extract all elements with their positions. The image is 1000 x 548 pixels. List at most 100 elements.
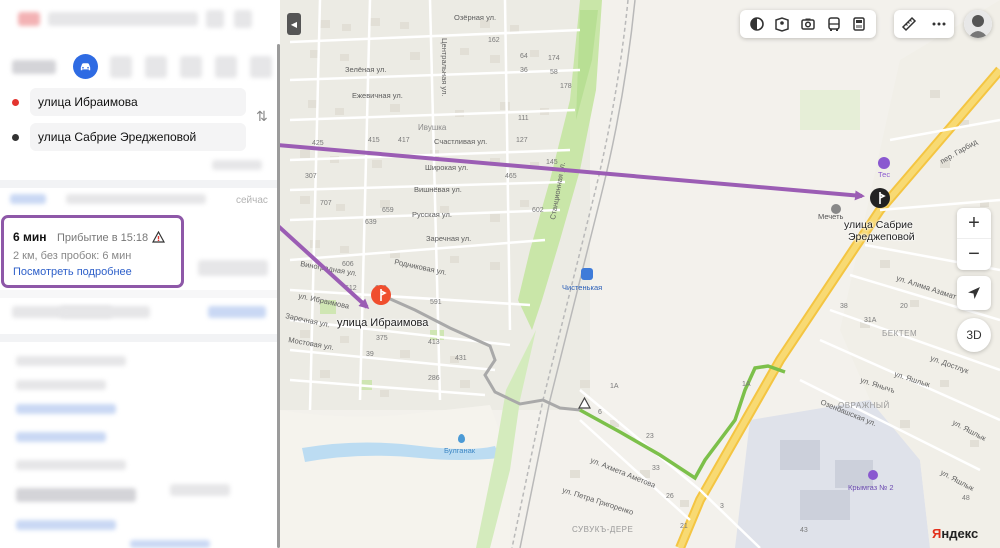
blurred-list-item-4[interactable]: [16, 432, 106, 442]
blurred-list-item-9[interactable]: [130, 540, 210, 548]
destination-input[interactable]: улица Сабрие Эреджеповой: [30, 123, 246, 151]
destination-dot: [12, 134, 19, 141]
user-avatar[interactable]: [964, 10, 992, 38]
ruler-icon[interactable]: [899, 14, 919, 34]
origin-pin-icon[interactable]: [370, 284, 392, 306]
house-number: 6: [598, 409, 602, 416]
traffic-warning-icon: [151, 230, 166, 248]
car-mode-button[interactable]: [73, 54, 98, 79]
panorama-icon[interactable]: [772, 14, 792, 34]
mosque-label: Мечеть: [818, 212, 844, 221]
zoom-control: + −: [957, 208, 991, 270]
blurred-list-item-8[interactable]: [16, 520, 116, 530]
traffic-icon[interactable]: [849, 14, 869, 34]
house-number: 659: [382, 207, 394, 214]
house-number: 174: [548, 55, 560, 62]
more-dots-icon[interactable]: [929, 14, 949, 34]
blurred-list-item-2: [16, 380, 106, 390]
blurred-list-item-5: [16, 460, 126, 470]
route-option-card[interactable]: 6 мин Прибытие в 15:18 2 км, без пробок:…: [1, 215, 184, 288]
car-icon: [80, 63, 91, 71]
house-number: 178: [560, 83, 572, 90]
blurred-mode-tab-4[interactable]: [180, 56, 202, 78]
camera-icon[interactable]: [798, 14, 818, 34]
blurred-option-2[interactable]: [66, 194, 206, 204]
house-number: 639: [365, 219, 377, 226]
water-label: Булганак: [444, 446, 476, 455]
locate-me-button[interactable]: [957, 276, 991, 310]
street-label: Вишнёвая ул.: [414, 185, 462, 194]
house-number: 162: [488, 37, 500, 44]
traffic-warning-map-icon: [577, 396, 592, 414]
blurred-add-point[interactable]: [212, 160, 262, 170]
bus-icon[interactable]: [824, 14, 844, 34]
house-number: 21: [680, 523, 688, 530]
avatar-icon: [964, 10, 992, 38]
destination-pin-icon[interactable]: [869, 187, 891, 209]
house-number: 417: [398, 137, 410, 144]
blurred-mode-tab[interactable]: [12, 60, 56, 74]
blurred-logo: [18, 12, 40, 26]
water-drop-icon: [458, 434, 465, 443]
blurred-row-action[interactable]: [208, 306, 266, 318]
blurred-mode-tab-6[interactable]: [250, 56, 272, 78]
blurred-option[interactable]: [10, 194, 46, 204]
section-divider-3: [0, 334, 280, 342]
train-station-icon[interactable]: [581, 268, 593, 280]
map-view[interactable]: 174 162 64 36 58 178 425 415 417 111 127…: [280, 0, 1000, 548]
logo-letter: Я: [932, 526, 942, 541]
house-number: 1А: [742, 381, 751, 388]
house-number: 31А: [864, 317, 877, 324]
house-number: 23: [646, 433, 654, 440]
house-number: 465: [505, 173, 517, 180]
clipped-now-text: сейчас: [236, 195, 268, 206]
collapse-panel-button[interactable]: ◀: [287, 13, 301, 35]
toggle-3d-button[interactable]: 3D: [957, 318, 991, 352]
origin-map-label: улица Ибраимова: [337, 317, 429, 329]
blurred-header-icon: [206, 10, 224, 28]
house-number: 413: [428, 339, 440, 346]
house-number: 307: [305, 173, 317, 180]
blurred-list-item-3[interactable]: [16, 404, 116, 414]
blurred-mode-tab-2[interactable]: [110, 56, 132, 78]
blurred-list-item-6: [16, 488, 136, 502]
street-label: Озёрная ул.: [454, 13, 496, 22]
location-arrow-icon: [968, 287, 980, 299]
blurred-header-icon-2: [234, 10, 252, 28]
house-number: 26: [666, 493, 674, 500]
route-details-link[interactable]: Посмотреть подробнее: [13, 266, 181, 278]
left-panel: улица Ибраимова улица Сабрие Эреджеповой…: [0, 0, 280, 548]
blurred-mode-tab-5[interactable]: [215, 56, 237, 78]
house-number: 48: [962, 495, 970, 502]
origin-input[interactable]: улица Ибраимова: [30, 88, 246, 116]
map-canvas[interactable]: 174 162 64 36 58 178 425 415 417 111 127…: [280, 0, 1000, 548]
section-divider-2: [0, 290, 280, 298]
street-label: Зелёная ул.: [345, 65, 387, 74]
house-number: 375: [376, 335, 388, 342]
street-label: Русская ул.: [412, 210, 452, 219]
yandex-logo[interactable]: Яндекс: [932, 526, 978, 541]
district-label: ОВРАЖНЫЙ: [838, 401, 890, 410]
street-label: Ежевичная ул.: [352, 91, 403, 100]
krymgaz-icon[interactable]: [868, 470, 878, 480]
zoom-out-button[interactable]: −: [957, 239, 991, 270]
house-number: 36: [520, 67, 528, 74]
zoom-in-button[interactable]: +: [957, 208, 991, 239]
blurred-mode-tab-3[interactable]: [145, 56, 167, 78]
arrival-time: Прибытие в 15:18: [56, 232, 149, 244]
swap-vertical-icon[interactable]: ⇅: [256, 108, 268, 125]
route-duration: 6 мин: [13, 230, 47, 244]
house-number: 425: [312, 140, 324, 147]
destination-map-label-line1: улица Сабрие: [844, 219, 913, 231]
house-number: 58: [550, 69, 558, 76]
fuel-station-icon[interactable]: [878, 157, 890, 169]
blurred-row-2: [60, 306, 150, 318]
layers-icon[interactable]: [747, 14, 767, 34]
house-number: 20: [900, 303, 908, 310]
route-distance: 2 км, без пробок: 6 мин: [13, 250, 132, 262]
house-number: 111: [518, 115, 529, 122]
house-number: 415: [368, 137, 380, 144]
station-label: Чистенькая: [562, 283, 603, 292]
origin-dot: [12, 99, 19, 106]
house-number: 3: [720, 503, 724, 510]
